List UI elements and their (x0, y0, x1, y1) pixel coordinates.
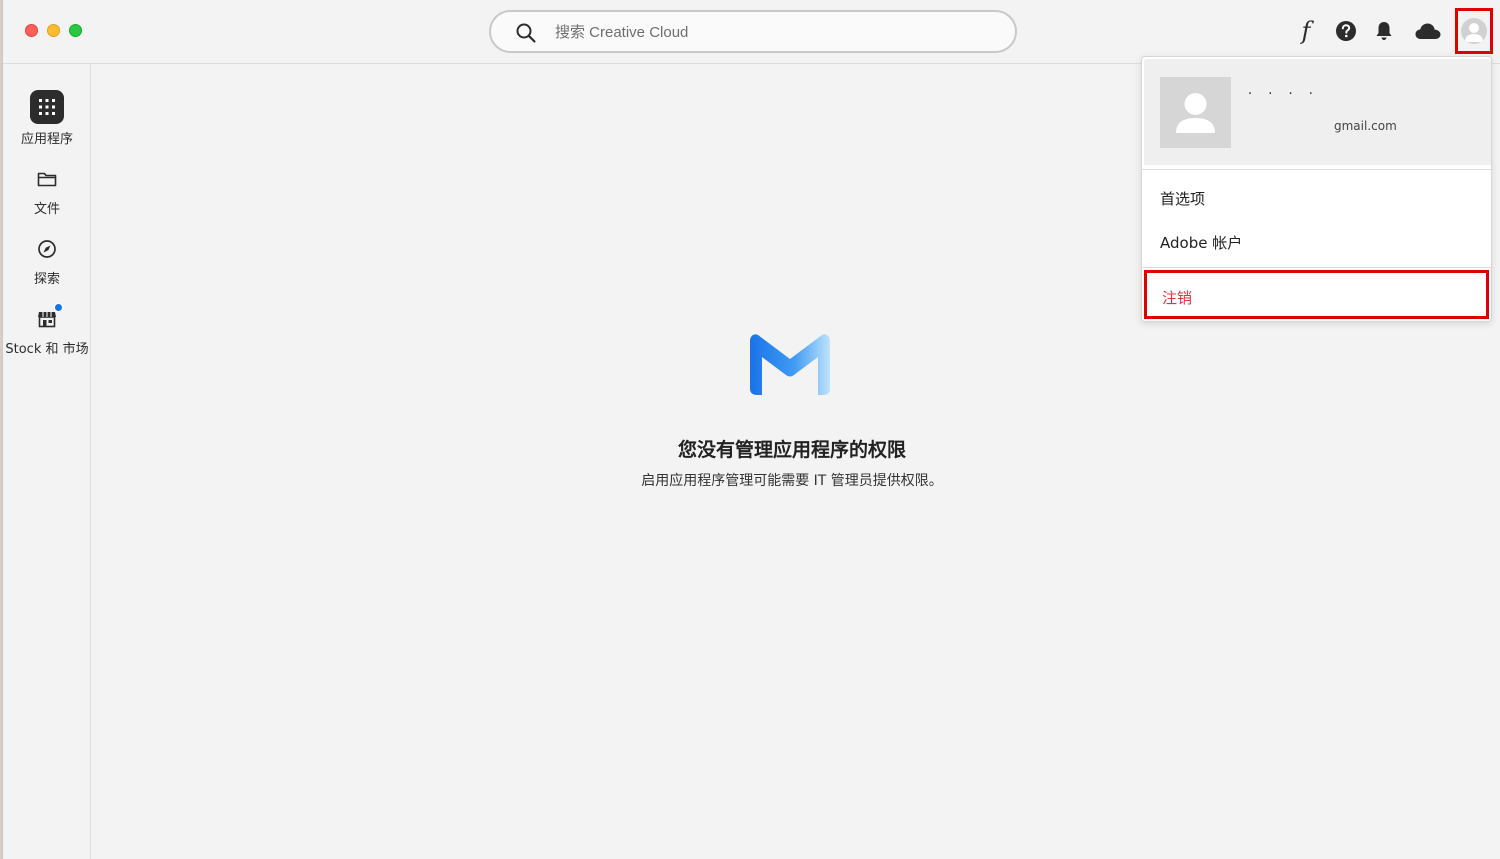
notifications-bell-icon[interactable] (1371, 18, 1397, 44)
user-silhouette-icon (1176, 93, 1215, 133)
sidebar-item-label: 应用程序 (20, 132, 73, 147)
empty-state-title: 您没有管理应用程序的权限 (677, 439, 906, 461)
sidebar-item-apps[interactable]: 应用程序 (3, 90, 91, 147)
sidebar-item-label: 文件 (33, 202, 60, 217)
fonts-icon[interactable]: f (1293, 17, 1319, 45)
cloud-sync-icon[interactable] (1413, 18, 1443, 44)
sidebar: 应用程序 文件 探索 Stock 和 市场 (3, 64, 91, 859)
account-avatar-button[interactable] (1455, 8, 1493, 54)
menu-item-adobe-account[interactable]: Adobe 帐户 (1160, 232, 1242, 253)
admin-console-logo-icon (750, 334, 830, 395)
account-profile: · · · · gmail.com (1144, 59, 1491, 165)
user-silhouette-icon (1465, 23, 1483, 42)
sidebar-item-label: 探索 (33, 272, 60, 287)
empty-state-description: 启用应用程序管理可能需要 IT 管理员提供权限。 (641, 473, 943, 489)
sidebar-item-discover[interactable]: 探索 (3, 238, 91, 287)
window-maximize-button[interactable] (69, 24, 82, 37)
sidebar-item-label: Stock 和 市场 (5, 342, 89, 357)
question-mark-icon (1336, 21, 1356, 41)
title-bar: f (3, 0, 1500, 64)
search-icon (516, 23, 536, 43)
sidebar-item-files[interactable]: 文件 (3, 168, 91, 217)
account-menu: · · · · gmail.com 首选项 Adobe 帐户 注销 (1141, 56, 1492, 322)
window-minimize-button[interactable] (47, 24, 60, 37)
help-icon[interactable] (1333, 18, 1359, 44)
search-bar[interactable] (489, 10, 1017, 53)
menu-item-sign-out[interactable]: 注销 (1144, 270, 1489, 319)
menu-item-preferences[interactable]: 首选项 (1160, 188, 1205, 209)
window-close-button[interactable] (25, 24, 38, 37)
sidebar-item-stock[interactable]: Stock 和 市场 (3, 303, 91, 357)
menu-divider (1142, 169, 1491, 170)
menu-divider (1142, 267, 1491, 268)
avatar (1461, 18, 1487, 44)
profile-avatar (1160, 77, 1231, 148)
apps-grid-icon (30, 90, 64, 124)
stock-market-icon (38, 312, 56, 328)
compass-icon (38, 240, 56, 258)
app-window: f (2, 0, 1500, 859)
notification-dot (54, 303, 63, 312)
search-input[interactable] (555, 18, 985, 46)
account-name: · · · · (1248, 87, 1319, 102)
folder-icon (37, 172, 57, 187)
account-email: gmail.com (1334, 119, 1397, 133)
